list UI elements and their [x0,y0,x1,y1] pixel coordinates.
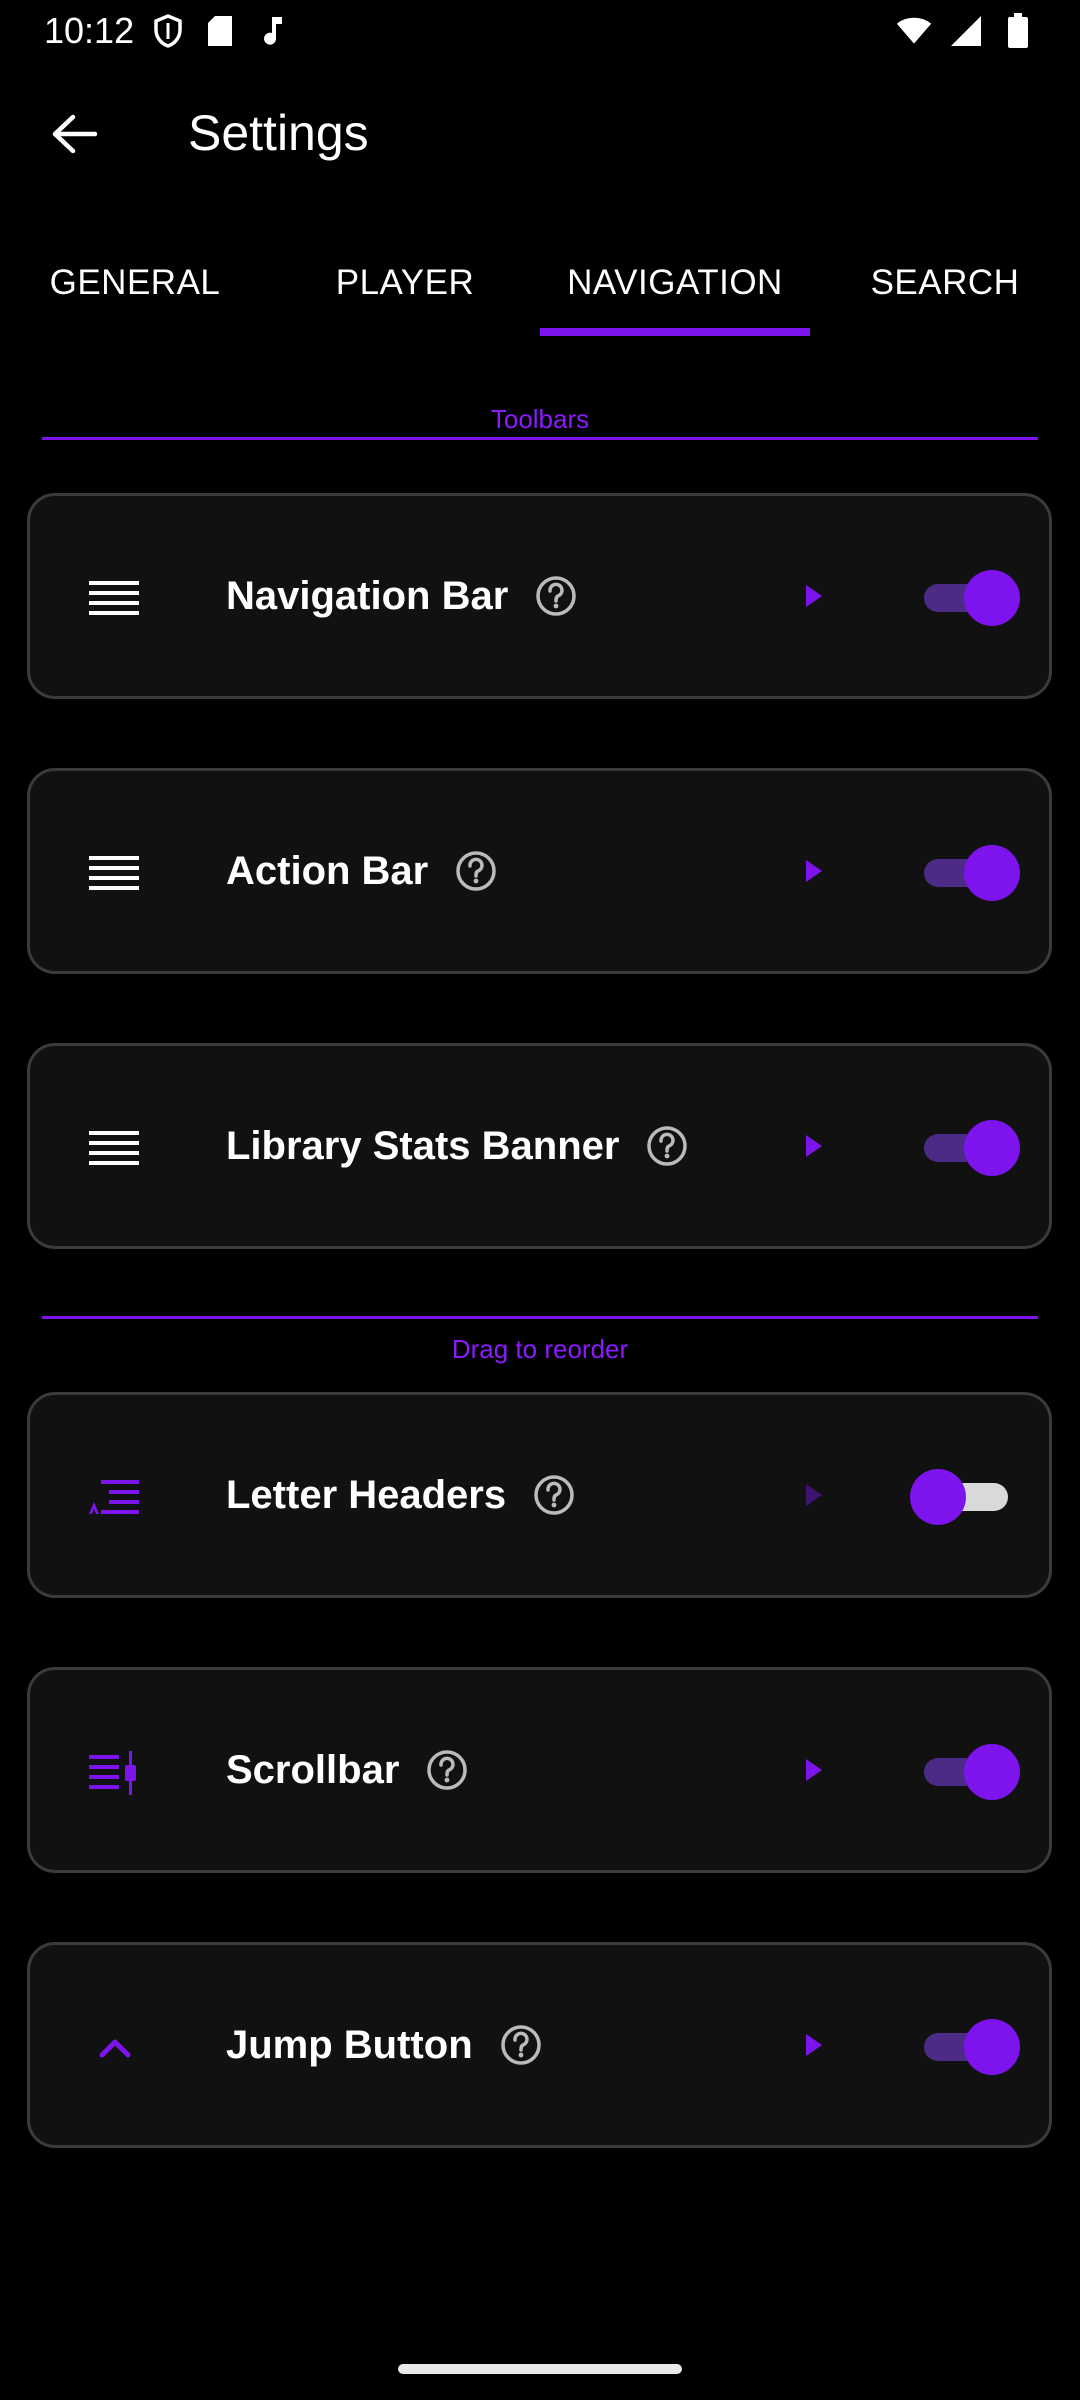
toggle-thumb [964,570,1020,626]
cell-signal-icon [948,13,984,49]
setting-label: Library Stats Banner [226,1123,620,1168]
jump-button-toggle[interactable] [910,2019,1020,2075]
toggle-thumb [964,845,1020,901]
status-time: 10:12 [44,10,135,51]
help-icon[interactable] [645,1124,689,1168]
setting-label: Jump Button [226,2022,473,2067]
status-right [896,13,1036,49]
setting-label-row: Letter Headers [226,1395,576,1595]
help-icon[interactable] [454,849,498,893]
home-indicator[interactable] [398,2364,682,2374]
setting-label: Action Bar [226,848,429,893]
setting-card-jump-button: Jump Button [27,1942,1052,2148]
toggle-thumb [964,1744,1020,1800]
letter-headers-toggle[interactable] [910,1469,1020,1525]
toggle-thumb [964,2019,1020,2075]
tab-indicator [540,328,810,336]
help-icon[interactable] [499,2023,543,2067]
music-note-icon [254,13,290,49]
tab-bar: GENERAL PLAYER NAVIGATION SEARCH [0,230,1080,336]
drag-handle-icon[interactable] [80,564,150,634]
action-bar-toggle[interactable] [910,845,1020,901]
drag-handle-icon[interactable] [80,1114,150,1184]
status-bar: 10:12 [0,0,1080,62]
chevron-up-icon[interactable] [80,2013,150,2083]
setting-label-row: Action Bar [226,771,498,971]
scrollbar-icon[interactable] [80,1738,150,1808]
arrow-back-icon [52,114,97,154]
setting-card-letter-headers: Letter Headers [27,1392,1052,1598]
setting-card-scrollbar: Scrollbar [27,1667,1052,1873]
back-button[interactable] [40,100,108,168]
tab-label: PLAYER [335,263,475,302]
setting-label: Letter Headers [226,1472,507,1517]
setting-label-row: Jump Button [226,1945,543,2145]
expand-arrow-icon[interactable] [792,1124,836,1168]
section-divider [42,437,1038,440]
tab-general[interactable]: GENERAL [0,230,270,336]
tab-navigation[interactable]: NAVIGATION [540,230,810,336]
section-header-toolbars: Toolbars [490,404,590,434]
toggle-thumb [964,1120,1020,1176]
status-left: 10:12 [44,10,290,52]
letter-headers-icon[interactable] [80,1463,150,1533]
section-divider [42,1316,1038,1319]
scrollbar-toggle[interactable] [910,1744,1020,1800]
expand-arrow-icon[interactable] [792,1473,836,1517]
library-stats-banner-toggle[interactable] [910,1120,1020,1176]
tab-label: GENERAL [49,263,221,302]
toggle-thumb [910,1469,966,1525]
setting-label-row: Library Stats Banner [226,1046,689,1246]
setting-card-library-stats-banner: Library Stats Banner [27,1043,1052,1249]
expand-arrow-icon[interactable] [792,2023,836,2067]
tab-search[interactable]: SEARCH [810,230,1080,336]
setting-label-row: Scrollbar [226,1670,469,1870]
setting-label-row: Navigation Bar [226,496,578,696]
setting-label: Navigation Bar [226,573,509,618]
tab-label: SEARCH [870,263,1020,302]
battery-icon [1000,13,1036,49]
expand-arrow-icon[interactable] [792,1748,836,1792]
page-title: Settings [188,105,369,161]
navigation-bar-toggle[interactable] [910,570,1020,626]
tab-player[interactable]: PLAYER [270,230,540,336]
setting-label: Scrollbar [226,1747,400,1792]
wifi-icon [896,13,932,49]
shield-icon [150,13,186,49]
drag-handle-icon[interactable] [80,839,150,909]
help-icon[interactable] [534,574,578,618]
help-icon[interactable] [532,1473,576,1517]
setting-card-action-bar: Action Bar [27,768,1052,974]
section-header-reorder: Drag to reorder [451,1334,629,1364]
expand-arrow-icon[interactable] [792,849,836,893]
sd-card-icon [202,13,238,49]
app-bar: Settings [0,80,1080,200]
expand-arrow-icon[interactable] [792,574,836,618]
help-icon[interactable] [425,1748,469,1792]
tab-label: NAVIGATION [567,263,783,302]
setting-card-navigation-bar: Navigation Bar [27,493,1052,699]
